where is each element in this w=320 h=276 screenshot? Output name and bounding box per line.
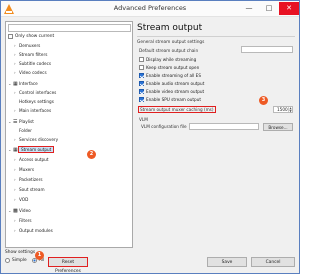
default-chain-input[interactable] bbox=[241, 46, 293, 53]
title-bar: Advanced Preferences — □ ✕ bbox=[1, 1, 299, 17]
checkbox-icon bbox=[139, 65, 144, 70]
tree-item-output-modules[interactable]: › Output modules bbox=[14, 227, 53, 234]
settings-tree-panel: Only show current › Demuxers › Stream filt… bbox=[5, 21, 133, 248]
save-button[interactable]: Save bbox=[207, 257, 247, 267]
tree-item-control-interfaces[interactable]: › Control interfaces bbox=[14, 89, 56, 96]
display-while-streaming-checkbox[interactable]: Display while streaming bbox=[139, 57, 196, 62]
tree-item-stream-output[interactable]: ⌄▦ Stream output bbox=[8, 146, 55, 153]
tree-item-filters[interactable]: › Filters bbox=[14, 217, 32, 224]
checkbox-checked-icon bbox=[139, 89, 144, 94]
checkbox-checked-icon bbox=[139, 73, 144, 78]
tree-item-subtitle-codecs[interactable]: › Subtitle codecs bbox=[14, 60, 51, 67]
simple-radio[interactable] bbox=[5, 258, 10, 263]
tree-item-video-codecs[interactable]: › Video codecs bbox=[14, 69, 47, 76]
stream-output-selected-label: Stream output bbox=[17, 146, 55, 153]
step-marker-3: 3 bbox=[259, 96, 268, 105]
maximize-button[interactable]: □ bbox=[259, 2, 279, 15]
tree-item-stream-filters[interactable]: › Stream filters bbox=[14, 51, 47, 58]
page-title: Stream output bbox=[137, 23, 203, 33]
enable-streaming-all-es-checkbox[interactable]: Enable streaming of all ES bbox=[139, 73, 201, 78]
enable-audio-stream-output-checkbox[interactable]: Enable audio stream output bbox=[139, 81, 204, 86]
advanced-preferences-window: Advanced Preferences — □ ✕ Only show cur… bbox=[0, 0, 300, 274]
tree-item-hotkeys-settings[interactable]: Hotkeys settings bbox=[19, 98, 54, 105]
tree-item-video[interactable]: ⌄▩Video bbox=[8, 207, 31, 214]
tree-item-muxers[interactable]: › Muxers bbox=[14, 166, 34, 173]
checkbox-checked-icon bbox=[139, 81, 144, 86]
tree-item-interface[interactable]: ⌄▦Interface bbox=[8, 80, 38, 87]
vlm-config-input[interactable] bbox=[189, 123, 259, 130]
enable-video-stream-output-checkbox[interactable]: Enable video stream output bbox=[139, 89, 204, 94]
checkbox-checked-icon bbox=[139, 97, 144, 102]
muxer-caching-label: Stream output muxer caching (ms) bbox=[138, 106, 216, 113]
tree-item-access-output[interactable]: › Access output bbox=[14, 156, 48, 163]
simple-label: Simple bbox=[12, 258, 27, 263]
vlm-config-label: VLM configuration file bbox=[141, 124, 187, 129]
cancel-button[interactable]: Cancel bbox=[251, 257, 295, 267]
close-button[interactable]: ✕ bbox=[279, 2, 299, 15]
checkbox-icon bbox=[139, 57, 144, 62]
title-divider bbox=[137, 36, 295, 37]
spin-arrows-icon[interactable]: ▲ ▼ bbox=[288, 107, 292, 112]
keep-stream-output-open-checkbox[interactable]: Keep stream output open bbox=[139, 65, 199, 70]
only-show-current-label: Only show current bbox=[15, 34, 55, 39]
tree-item-demuxers[interactable]: › Demuxers bbox=[14, 42, 40, 49]
general-settings-group-title: General stream output settings bbox=[137, 40, 205, 45]
tree-item-vod[interactable]: › VOD bbox=[14, 196, 28, 203]
muxer-caching-value: 1500 bbox=[277, 107, 288, 112]
tree-item-packetizers[interactable]: › Packetizers bbox=[14, 176, 43, 183]
tree-item-main-interfaces[interactable]: › Main interfaces bbox=[14, 107, 51, 114]
muxer-caching-spinbox[interactable]: 1500 ▲ ▼ bbox=[273, 106, 293, 113]
show-settings-label: Show settings bbox=[5, 250, 36, 255]
reset-preferences-button[interactable]: Reset Preferences bbox=[48, 257, 88, 274]
tree-item-folder[interactable]: Folder bbox=[19, 127, 32, 134]
tree-item-services-discovery[interactable]: › Services discovery bbox=[14, 136, 58, 143]
default-chain-label: Default stream output chain bbox=[139, 48, 199, 53]
search-input[interactable] bbox=[8, 24, 131, 32]
enable-spu-stream-output-checkbox[interactable]: Enable SPU stream output bbox=[139, 97, 201, 102]
browse-button[interactable]: Browse... bbox=[263, 123, 293, 131]
tree-item-sout-stream[interactable]: › Sout stream bbox=[14, 186, 45, 193]
step-marker-2: 2 bbox=[87, 150, 96, 159]
stream-output-settings-panel: Stream output General stream output sett… bbox=[135, 21, 297, 253]
only-show-current-checkbox[interactable]: Only show current bbox=[8, 34, 54, 39]
vlm-group-title: VLM bbox=[139, 117, 148, 122]
step-marker-1: 1 bbox=[35, 251, 44, 260]
minimize-button[interactable]: — bbox=[239, 2, 259, 15]
checkbox-icon bbox=[8, 34, 13, 39]
tree-item-playlist[interactable]: ⌄☰ Playlist bbox=[8, 118, 34, 125]
